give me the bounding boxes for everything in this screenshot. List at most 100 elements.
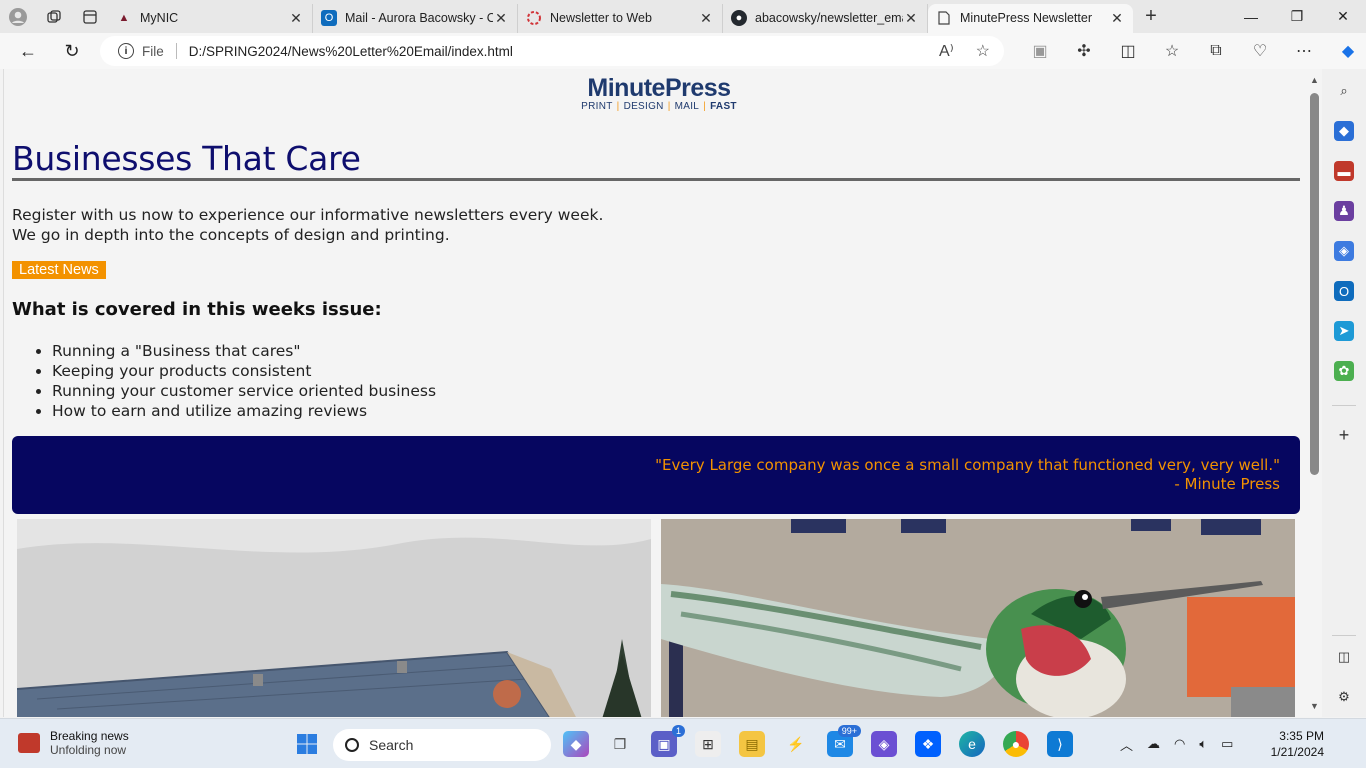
microsoft-365-icon[interactable]: ◈ bbox=[871, 731, 897, 757]
shopping-icon[interactable]: ◆ bbox=[1334, 121, 1354, 141]
battery-icon[interactable]: ▭ bbox=[1221, 736, 1233, 752]
search-icon[interactable]: ⌕ bbox=[1334, 81, 1354, 101]
toolbar-icons: ▣ ✣ ◫ ☆ ⧉ ♡ ⋯ ◆ bbox=[1018, 33, 1366, 69]
address-bar-row: ← ↻ i File D:/SPRING2024/News%20Letter%2… bbox=[0, 33, 1366, 69]
profile-icon[interactable] bbox=[0, 0, 36, 33]
heading-divider bbox=[12, 178, 1300, 181]
workspaces-icon[interactable] bbox=[36, 0, 72, 33]
copilot-preview-icon[interactable]: ◆ bbox=[563, 731, 589, 757]
taskbar-search[interactable]: Search bbox=[333, 729, 551, 761]
restore-icon[interactable]: ❐ bbox=[1274, 0, 1320, 33]
close-icon[interactable]: ✕ bbox=[288, 10, 304, 27]
tab-github[interactable]: ● abacowsky/newsletter_email ✕ bbox=[723, 3, 928, 33]
favorite-star-icon[interactable]: ☆ bbox=[976, 41, 990, 61]
mail-icon[interactable]: ✉ 99+ bbox=[827, 725, 861, 757]
extension-frog-icon[interactable]: ✿ bbox=[1334, 361, 1354, 381]
tab-newsletter-to-web[interactable]: Newsletter to Web ✕ bbox=[518, 3, 723, 33]
quote-author: - Minute Press bbox=[1174, 475, 1280, 493]
system-tray: ︿ ☁ ◠ 🔈︎ ▭ bbox=[1120, 719, 1233, 768]
scroll-thumb[interactable] bbox=[1310, 93, 1319, 475]
tools-icon[interactable]: ▬ bbox=[1334, 161, 1354, 181]
teams-chat-icon[interactable]: ▣ 1 bbox=[651, 725, 685, 757]
address-bar[interactable]: i File D:/SPRING2024/News%20Letter%20Ema… bbox=[100, 36, 1004, 66]
copilot-icon[interactable]: ◆ bbox=[1326, 41, 1366, 61]
new-tab-button[interactable]: + bbox=[1133, 5, 1169, 28]
tab-title: Newsletter to Web bbox=[550, 11, 652, 25]
latest-news-button[interactable]: Latest News bbox=[12, 261, 106, 279]
microsoft-365-icon[interactable]: ◈ bbox=[1334, 241, 1354, 261]
news-icon bbox=[18, 733, 40, 753]
building-photo bbox=[17, 519, 651, 717]
quote-banner: "Every Large company was once a small co… bbox=[12, 436, 1300, 514]
tab-mynic[interactable]: ▲ MyNIC ✕ bbox=[108, 3, 313, 33]
search-icon bbox=[345, 738, 359, 752]
tag-sep: | bbox=[667, 101, 671, 112]
close-window-icon[interactable]: ✕ bbox=[1320, 0, 1366, 33]
loading-icon bbox=[526, 10, 542, 26]
scroll-up-icon[interactable]: ▲ bbox=[1310, 75, 1319, 85]
collections-icon[interactable]: ⧉ bbox=[1194, 42, 1238, 60]
app-bolt-icon[interactable]: ⚡ bbox=[783, 731, 809, 757]
more-menu-icon[interactable]: ⋯ bbox=[1282, 41, 1326, 61]
outlook-icon[interactable]: O bbox=[1334, 281, 1354, 301]
sidebar-toggle-icon[interactable]: ◫ bbox=[1334, 647, 1354, 667]
mynic-icon: ▲ bbox=[118, 12, 130, 24]
tab-title: MinutePress Newsletter bbox=[960, 11, 1092, 25]
close-icon[interactable]: ✕ bbox=[1109, 10, 1125, 27]
scroll-down-icon[interactable]: ▼ bbox=[1310, 701, 1319, 711]
vscode-icon[interactable]: ⟩ bbox=[1047, 731, 1073, 757]
tab-actions-icon[interactable] bbox=[72, 0, 108, 33]
page-scrollbar[interactable]: ▲ ▼ bbox=[1307, 69, 1322, 717]
volume-icon[interactable]: 🔈︎ bbox=[1199, 736, 1207, 752]
tag-design: DESIGN bbox=[623, 101, 664, 112]
tag-fast: FAST bbox=[710, 101, 737, 112]
search-placeholder: Search bbox=[369, 737, 414, 753]
chevron-up-icon[interactable]: ︿ bbox=[1120, 735, 1133, 754]
list-item: Running a "Business that cares" bbox=[52, 341, 436, 361]
outlook-icon: O bbox=[321, 10, 337, 26]
tab-minutepress[interactable]: MinutePress Newsletter ✕ bbox=[928, 3, 1133, 33]
page-viewport: MinutePress PRINT | DESIGN | MAIL | FAST Busin… bbox=[3, 69, 1307, 717]
sidebar-divider bbox=[1332, 635, 1356, 636]
page-icon bbox=[936, 10, 952, 26]
tab-outlook[interactable]: O Mail - Aurora Bacowsky - Outlook ✕ bbox=[313, 3, 518, 33]
task-view-icon[interactable]: ❐ bbox=[607, 731, 633, 757]
info-icon[interactable]: i bbox=[118, 43, 134, 59]
news-widget[interactable]: Breaking news Unfolding now bbox=[18, 729, 129, 757]
clock[interactable]: 3:35 PM 1/21/2024 bbox=[1262, 728, 1324, 760]
drop-icon[interactable]: ➤ bbox=[1334, 321, 1354, 341]
refresh-button[interactable]: ↻ bbox=[50, 33, 94, 69]
teams-badge: 1 bbox=[671, 725, 685, 737]
favorites-icon[interactable]: ☆ bbox=[1150, 41, 1194, 61]
chrome-icon[interactable]: ● bbox=[1003, 731, 1029, 757]
close-icon[interactable]: ✕ bbox=[493, 10, 509, 27]
news-subtitle: Unfolding now bbox=[50, 743, 127, 757]
back-button[interactable]: ← bbox=[6, 33, 50, 69]
intro-text: Register with us now to experience our i… bbox=[12, 205, 603, 245]
close-icon[interactable]: ✕ bbox=[903, 10, 919, 27]
settings-gear-icon[interactable]: ⚙ bbox=[1334, 687, 1354, 707]
issue-subheading: What is covered in this weeks issue: bbox=[12, 299, 382, 320]
start-windows-icon[interactable] bbox=[294, 731, 320, 757]
close-icon[interactable]: ✕ bbox=[698, 10, 714, 27]
games-icon[interactable]: ♟ bbox=[1334, 201, 1354, 221]
read-aloud-icon[interactable]: A⁾ bbox=[939, 41, 954, 61]
store-icon[interactable]: ⊞ bbox=[695, 731, 721, 757]
url-text[interactable]: D:/SPRING2024/News%20Letter%20Email/inde… bbox=[189, 44, 513, 59]
onedrive-cloud-icon[interactable]: ☁ bbox=[1147, 736, 1160, 752]
split-screen-icon[interactable]: ◫ bbox=[1106, 41, 1150, 61]
dropbox-icon[interactable]: ❖ bbox=[915, 731, 941, 757]
edge-browser-icon[interactable]: e bbox=[959, 731, 985, 757]
browser-essentials-icon[interactable]: ♡ bbox=[1238, 41, 1282, 61]
file-explorer-icon[interactable]: ▤ bbox=[739, 731, 765, 757]
minimize-icon[interactable]: — bbox=[1228, 0, 1274, 33]
wifi-icon[interactable]: ◠ bbox=[1174, 736, 1185, 752]
browser-tab-bar: ▲ MyNIC ✕ O Mail - Aurora Bacowsky - Out… bbox=[0, 0, 1366, 33]
windows-taskbar: Breaking news Unfolding now Search ◆ ❐ ▣… bbox=[0, 718, 1366, 768]
add-icon[interactable]: + bbox=[1334, 425, 1354, 445]
extensions-icon[interactable]: ✣ bbox=[1062, 41, 1106, 61]
tag-sep: | bbox=[616, 101, 620, 112]
github-icon: ● bbox=[731, 10, 747, 26]
extension-k-icon[interactable]: ▣ bbox=[1018, 41, 1062, 61]
list-item: Running your customer service oriented b… bbox=[52, 381, 436, 401]
